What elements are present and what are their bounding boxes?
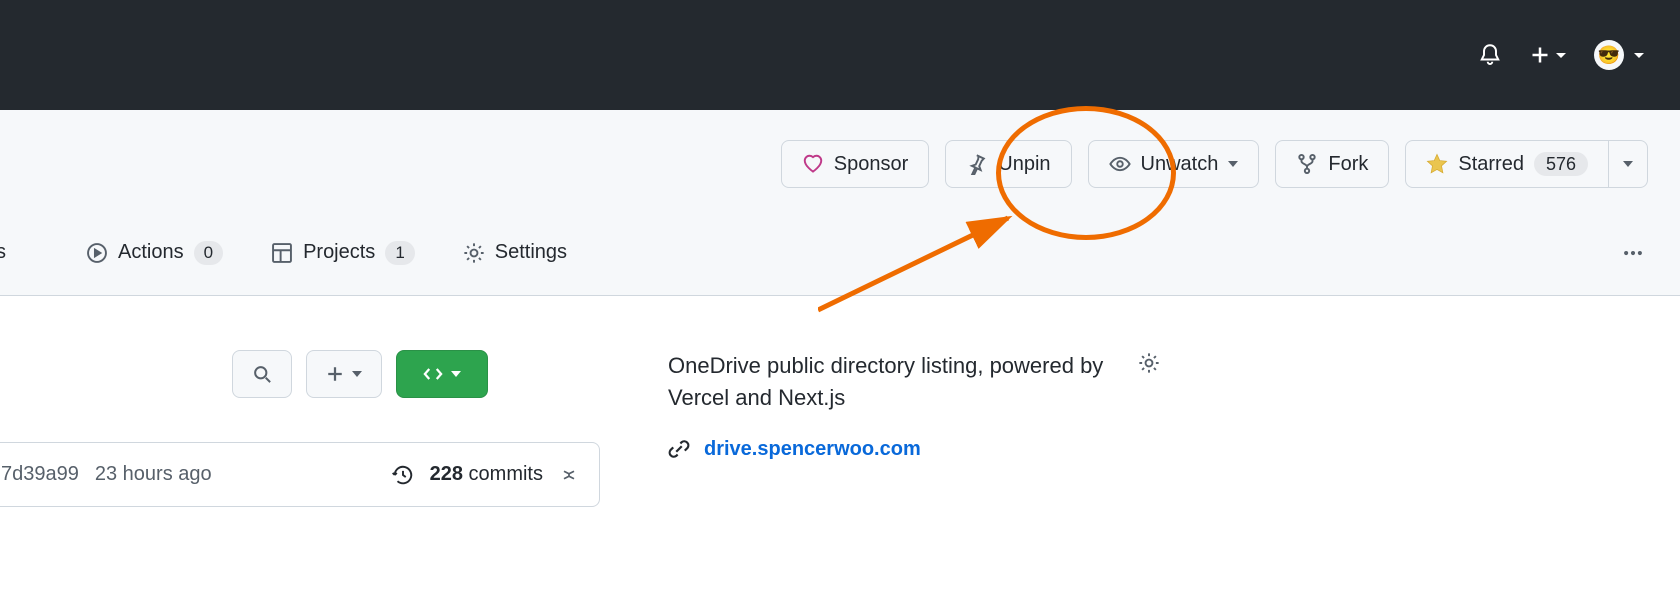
unpin-button[interactable]: Unpin <box>945 140 1071 188</box>
code-button[interactable] <box>396 350 488 398</box>
unwatch-label: Unwatch <box>1141 154 1219 174</box>
tab-settings-label: Settings <box>495 241 567 264</box>
tab-actions-label: Actions <box>118 241 184 264</box>
sponsor-label: Sponsor <box>834 154 909 174</box>
commit-time: 23 hours ago <box>95 463 212 486</box>
chevron-down-icon <box>352 371 362 377</box>
star-icon <box>1426 153 1448 175</box>
repo-description: OneDrive public directory listing, power… <box>668 350 1114 414</box>
tab-projects-label: Projects <box>303 241 375 264</box>
tab-actions-count: 0 <box>194 241 223 265</box>
starred-button[interactable]: Starred 576 <box>1405 140 1609 188</box>
gear-icon <box>1138 352 1160 374</box>
tab-projects[interactable]: Projects 1 <box>267 241 419 283</box>
repo-action-bar: Sponsor Unpin Unwatch Fork Starred 5 <box>0 110 1680 188</box>
gear-icon <box>463 242 485 264</box>
eye-icon <box>1109 153 1131 175</box>
tab-settings[interactable]: Settings <box>459 241 571 282</box>
project-icon <box>271 242 293 264</box>
fork-button[interactable]: Fork <box>1275 140 1389 188</box>
more-tabs-button[interactable] <box>1622 242 1680 282</box>
play-icon <box>86 242 108 264</box>
global-header: 😎 <box>0 0 1680 110</box>
unwatch-button[interactable]: Unwatch <box>1088 140 1260 188</box>
search-icon <box>252 364 272 384</box>
repo-website-link[interactable]: drive.spencerwoo.com <box>704 438 921 461</box>
kebab-icon <box>1622 242 1644 264</box>
sponsor-button[interactable]: Sponsor <box>781 140 930 188</box>
create-new-button[interactable] <box>1530 45 1566 65</box>
edit-description-button[interactable] <box>1138 352 1160 374</box>
latest-commit-row[interactable]: 7d39a99 23 hours ago 228 commits <box>0 442 600 507</box>
main-content: 7d39a99 23 hours ago 228 commits OneDriv… <box>0 296 1680 507</box>
code-toolbar <box>0 350 600 398</box>
chevron-down-icon <box>1556 53 1566 58</box>
fork-label: Fork <box>1328 154 1368 174</box>
notifications-button[interactable] <box>1478 43 1502 67</box>
chevron-down-icon <box>1228 161 1238 167</box>
fork-icon <box>1296 153 1318 175</box>
partial-tab-text: s <box>0 241 6 282</box>
chevron-down-icon <box>1623 161 1633 167</box>
add-file-button[interactable] <box>306 350 382 398</box>
collapse-icon <box>559 465 579 485</box>
bell-icon <box>1478 43 1502 67</box>
pin-icon <box>966 153 988 175</box>
history-icon <box>392 464 414 486</box>
star-dropdown-button[interactable] <box>1609 140 1648 188</box>
starred-label: Starred <box>1458 154 1524 174</box>
link-icon <box>668 438 690 460</box>
repo-sidebar: OneDrive public directory listing, power… <box>600 350 1160 507</box>
repo-nav: s Actions 0 Projects 1 Settings <box>0 188 1680 296</box>
tab-actions[interactable]: Actions 0 <box>82 241 227 283</box>
chevron-down-icon <box>1634 53 1644 58</box>
go-to-file-button[interactable] <box>232 350 292 398</box>
star-button-group: Starred 576 <box>1405 140 1648 188</box>
star-count: 576 <box>1534 152 1588 176</box>
avatar: 😎 <box>1594 40 1624 70</box>
user-menu-button[interactable]: 😎 <box>1594 40 1644 70</box>
tab-projects-count: 1 <box>385 241 414 265</box>
chevron-down-icon <box>451 371 461 377</box>
plus-icon <box>326 365 344 383</box>
commits-count: 228 commits <box>430 463 543 486</box>
unpin-label: Unpin <box>998 154 1050 174</box>
plus-icon <box>1530 45 1550 65</box>
heart-icon <box>802 153 824 175</box>
commit-sha: 7d39a99 <box>1 463 79 486</box>
code-icon <box>423 364 443 384</box>
